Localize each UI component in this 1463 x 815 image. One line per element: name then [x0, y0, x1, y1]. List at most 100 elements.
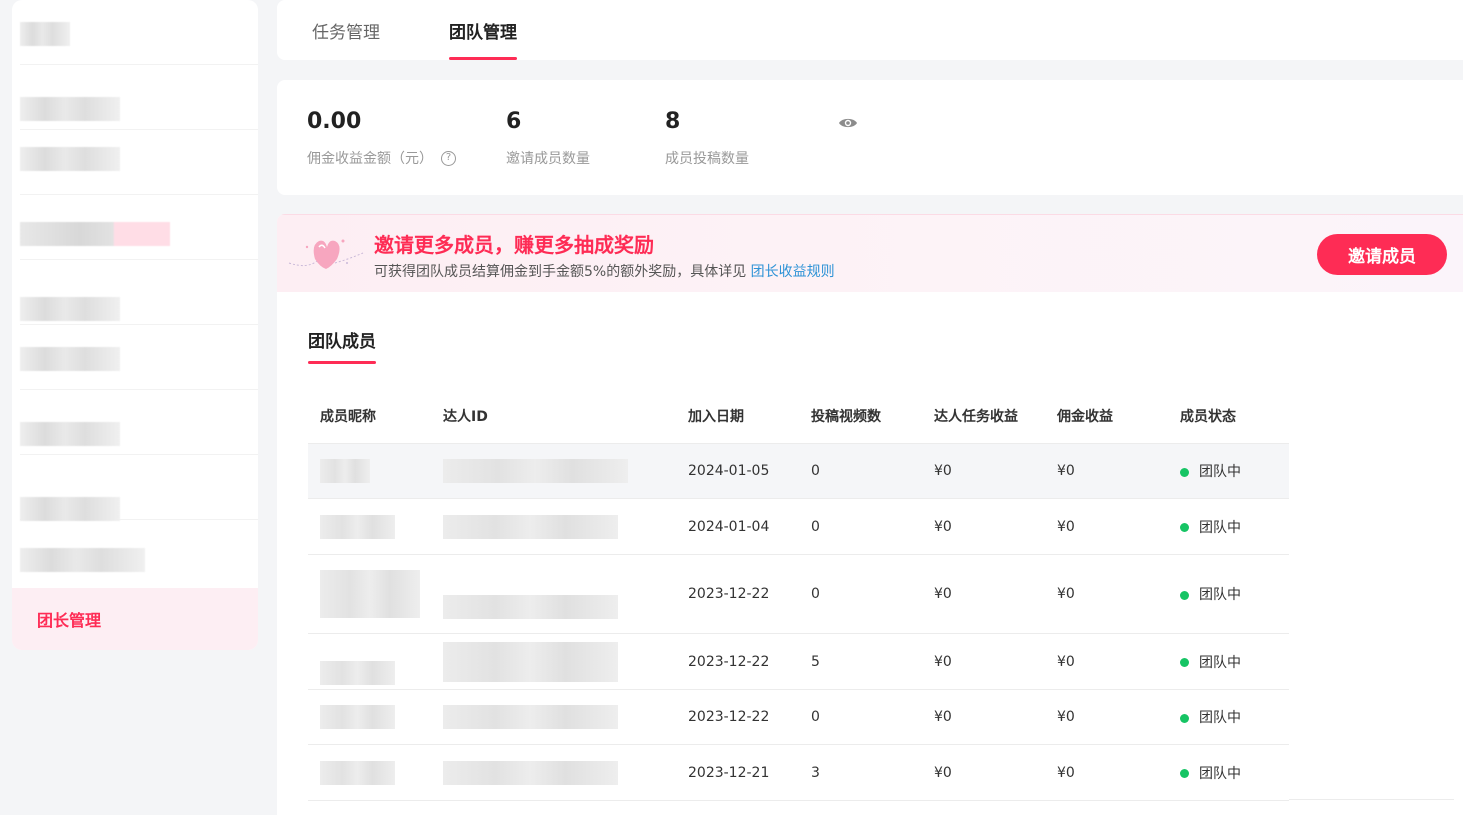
eye-icon[interactable]	[838, 116, 858, 130]
join-date: 2023-12-22	[688, 709, 770, 725]
commission-income: ¥0	[1057, 764, 1075, 781]
table-row[interactable]: 2023-12-22 0 ¥0 ¥0 团队中	[308, 555, 1289, 634]
status-dot-icon	[1180, 713, 1189, 723]
blurred-nickname	[320, 760, 395, 785]
status-text: 团队中	[1199, 654, 1241, 671]
stats-card: 0.00 佣金收益金额（元） ? 6 邀请成员数量 8 成员投稿数量	[277, 80, 1463, 195]
blurred-label	[20, 297, 120, 321]
column-header: 成员昵称	[320, 409, 376, 425]
stat-commission: 0.00 佣金收益金额（元） ?	[307, 108, 456, 168]
tab-task-management[interactable]: 任务管理	[312, 0, 380, 60]
creator-id	[431, 459, 676, 483]
member-nickname	[308, 570, 431, 618]
status-dot-icon	[1180, 523, 1189, 532]
column-header: 达人任务收益	[934, 409, 1018, 425]
creator-id	[431, 760, 676, 785]
video-count: 0	[811, 518, 820, 535]
status-text: 团队中	[1199, 765, 1241, 782]
commission-income: ¥0	[1057, 709, 1075, 725]
sidebar-item-blurred-6[interactable]	[20, 325, 258, 390]
team-members-card: 邀请更多成员，赚更多抽成奖励 可获得团队成员结算佣金到手金额5%的额外奖励，具体…	[277, 214, 1463, 815]
video-count: 0	[811, 586, 820, 602]
commission-income: ¥0	[1057, 463, 1075, 479]
sidebar-item-blurred-2[interactable]	[20, 65, 258, 130]
tab-team-management[interactable]: 团队管理	[449, 0, 517, 60]
blurred-label	[20, 497, 120, 521]
commission-income: ¥0	[1057, 653, 1075, 670]
member-status: 团队中	[1168, 461, 1289, 481]
column-header: 达人ID	[443, 409, 488, 425]
sidebar-item-blurred-7[interactable]	[20, 390, 258, 455]
invite-member-button[interactable]: 邀请成员	[1317, 234, 1447, 275]
task-income: ¥0	[934, 518, 952, 535]
sidebar-item-label: 团长管理	[37, 611, 102, 630]
members-table: 成员昵称 达人ID 加入日期 投稿视频数 达人任务收益 佣金收益 成员状态 20…	[308, 389, 1289, 801]
task-income: ¥0	[934, 463, 952, 479]
creator-id	[431, 641, 676, 682]
tab-label: 团队管理	[449, 22, 517, 43]
creator-id	[431, 705, 676, 729]
blurred-label	[20, 222, 170, 246]
stat-label: 成员投稿数量	[665, 151, 749, 167]
member-nickname	[308, 459, 431, 483]
video-count: 0	[811, 463, 820, 479]
task-income: ¥0	[934, 586, 952, 602]
blurred-label	[20, 147, 120, 171]
heart-hands-icon	[288, 239, 364, 269]
sidebar-item-blurred-4[interactable]	[20, 195, 258, 260]
video-count: 0	[811, 709, 820, 725]
blurred-nickname	[320, 705, 395, 729]
blurred-id	[443, 595, 618, 619]
blurred-label	[20, 347, 120, 371]
table-row[interactable]: 2024-01-05 0 ¥0 ¥0 团队中	[308, 444, 1289, 499]
blurred-nickname	[320, 459, 370, 483]
stat-value: 8	[665, 109, 681, 134]
member-status: 团队中	[1168, 652, 1289, 672]
top-tabs: 任务管理 团队管理	[277, 0, 1463, 60]
invite-banner: 邀请更多成员，赚更多抽成奖励 可获得团队成员结算佣金到手金额5%的额外奖励，具体…	[277, 214, 1463, 292]
task-income: ¥0	[934, 764, 952, 781]
sidebar-item-blurred-1[interactable]	[20, 0, 258, 65]
member-nickname	[308, 760, 431, 785]
divider	[1289, 799, 1454, 800]
sidebar-item-blurred-3[interactable]	[20, 130, 258, 195]
join-date: 2024-01-05	[688, 463, 770, 479]
stat-label: 佣金收益金额（元）	[307, 151, 433, 167]
table-row[interactable]: 2023-12-21 3 ¥0 ¥0 团队中	[308, 745, 1289, 801]
join-date: 2023-12-22	[688, 586, 770, 602]
column-header: 投稿视频数	[811, 409, 881, 425]
commission-income: ¥0	[1057, 518, 1075, 535]
blurred-nickname	[320, 570, 420, 618]
sidebar-item-blurred-8[interactable]	[20, 455, 258, 521]
blurred-nickname	[320, 660, 395, 685]
status-dot-icon	[1180, 467, 1189, 477]
question-icon[interactable]: ?	[441, 150, 456, 166]
banner-description: 可获得团队成员结算佣金到手金额5%的额外奖励，具体详见 团长收益规则	[374, 261, 835, 281]
tab-label: 任务管理	[312, 22, 380, 43]
table-row[interactable]: 2023-12-22 0 ¥0 ¥0 团队中	[308, 690, 1289, 745]
blurred-label	[20, 422, 120, 446]
blurred-label	[20, 22, 70, 46]
team-leader-rules-link[interactable]: 团长收益规则	[751, 264, 835, 280]
member-nickname	[308, 514, 431, 539]
status-dot-icon	[1180, 769, 1189, 778]
status-dot-icon	[1180, 658, 1189, 667]
member-status: 团队中	[1168, 517, 1289, 537]
sidebar-item-blurred-9[interactable]	[20, 520, 258, 585]
sidebar-item-blurred-5[interactable]	[20, 260, 258, 325]
table-row[interactable]: 2024-01-04 0 ¥0 ¥0 团队中	[308, 499, 1289, 555]
tab-team-members[interactable]: 团队成员	[308, 327, 376, 364]
member-status: 团队中	[1168, 763, 1289, 783]
stat-label: 邀请成员数量	[506, 151, 590, 167]
member-status: 团队中	[1168, 707, 1289, 727]
status-text: 团队中	[1199, 464, 1241, 480]
table-row[interactable]: 2023-12-22 5 ¥0 ¥0 团队中	[308, 634, 1289, 690]
sidebar-item-team-leader[interactable]: 团长管理	[12, 588, 258, 650]
member-status: 团队中	[1168, 584, 1289, 604]
blurred-id	[443, 514, 618, 539]
column-header: 佣金收益	[1057, 409, 1113, 425]
stat-invited-members: 6 邀请成员数量	[506, 108, 590, 168]
status-text: 团队中	[1199, 710, 1241, 726]
creator-id	[431, 569, 676, 619]
stat-value: 0.00	[307, 109, 362, 134]
